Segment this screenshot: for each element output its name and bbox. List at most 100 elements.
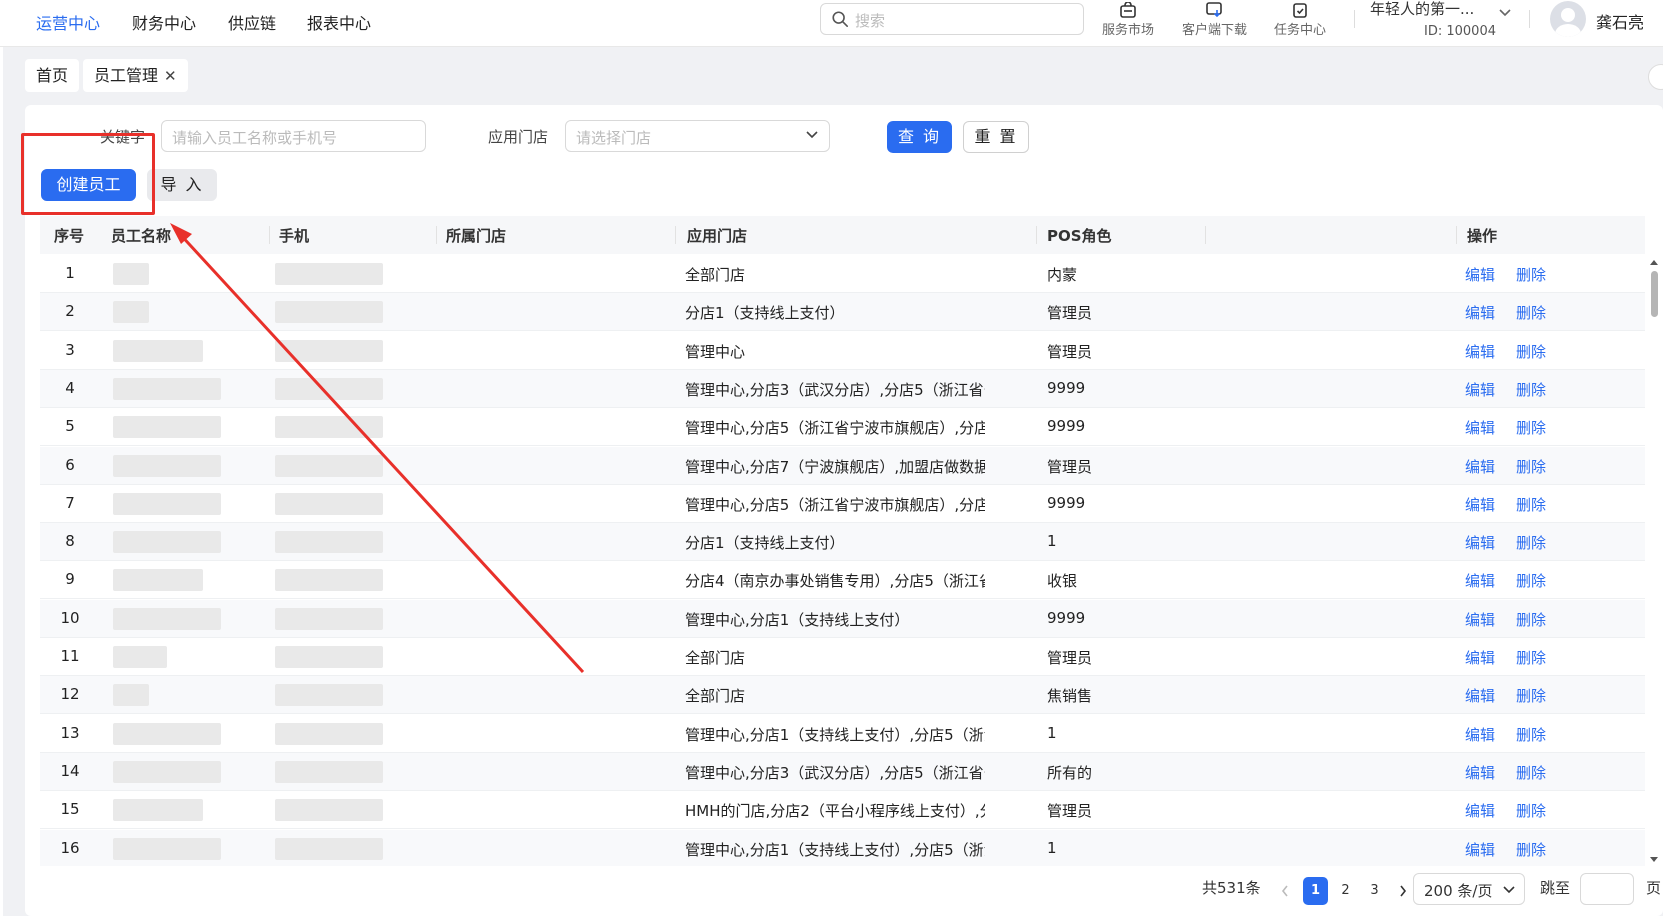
delete-link[interactable]: 删除 [1516,494,1546,515]
delete-link[interactable]: 删除 [1516,609,1546,630]
edit-link[interactable]: 编辑 [1465,264,1495,285]
edit-link[interactable]: 编辑 [1465,839,1495,860]
store-placeholder: 请选择门店 [576,129,652,147]
delete-link[interactable]: 删除 [1516,302,1546,323]
applied-store-cell: 全部门店 [685,649,746,667]
employee-name-redacted [113,646,167,668]
table-row: 3 管理中心 管理员 编辑 删除 [40,332,1645,370]
pos-role-cell: 1 [1047,838,1057,857]
edit-link[interactable]: 编辑 [1465,685,1495,706]
row-index: 12 [60,685,80,704]
delete-link[interactable]: 删除 [1516,762,1546,783]
chevron-down-icon [1499,9,1511,17]
delete-link[interactable]: 删除 [1516,724,1546,745]
table-row: 6 管理中心,分店7（宁波旗舰店）,加盟店做数据用 管理员 编辑 删除 [40,446,1645,485]
phone-redacted [275,760,383,783]
create-employee-button[interactable]: 创建员工 [41,169,136,201]
task-center-button[interactable]: 任务中心 [1268,0,1332,38]
delete-link[interactable]: 删除 [1516,647,1546,668]
delete-link[interactable]: 删除 [1516,379,1546,400]
col-actions: 操作 [1467,227,1498,245]
nav-operations-center[interactable]: 运营中心 [36,10,100,34]
tabs-collapse-button[interactable] [1648,64,1663,90]
jump-page-input[interactable] [1580,873,1634,905]
download-icon [1206,2,1222,18]
avatar[interactable] [1550,1,1586,37]
phone-redacted [275,684,383,707]
employee-name-redacted [113,416,221,439]
nav-supply-chain[interactable]: 供应链 [228,10,276,34]
keyword-input[interactable]: 请输入员工名称或手机号 [161,120,426,152]
edit-link[interactable]: 编辑 [1465,762,1495,783]
import-button[interactable]: 导 入 [147,169,217,201]
pos-role-cell: 9999 [1047,493,1086,512]
delete-link[interactable]: 删除 [1516,341,1546,362]
account-switcher[interactable]: 年轻人的第一... ID: 100004 [1370,0,1515,44]
service-market-button[interactable]: 服务市场 [1096,0,1160,38]
close-icon[interactable]: ✕ [164,67,177,85]
applied-store-cell: 全部门店 [685,687,746,706]
row-index: 3 [65,340,75,359]
store-label: 应用门店 [488,128,549,146]
reset-button[interactable]: 重 置 [963,121,1029,153]
delete-link[interactable]: 删除 [1516,417,1546,438]
scrollbar-thumb[interactable] [1651,271,1658,317]
edit-link[interactable]: 编辑 [1465,609,1495,630]
delete-link[interactable]: 删除 [1516,264,1546,285]
edit-link[interactable]: 编辑 [1465,647,1495,668]
scroll-down-icon[interactable] [1648,855,1660,865]
global-search[interactable]: 搜索 [820,3,1084,35]
pos-role-cell: 管理员 [1047,304,1093,323]
column-divider [1205,226,1206,244]
page-1[interactable]: 1 [1303,877,1328,905]
delete-link[interactable]: 删除 [1516,456,1546,477]
store-select[interactable]: 请选择门店 [565,120,830,152]
col-pos-role: POS角色 [1047,227,1112,245]
delete-link[interactable]: 删除 [1516,839,1546,860]
query-button[interactable]: 查 询 [887,121,952,153]
table-header: 序号 员工名称 手机 所属门店 应用门店 POS角色 操作 [40,216,1645,254]
delete-link[interactable]: 删除 [1516,685,1546,706]
page-3[interactable]: 3 [1362,877,1387,905]
edit-link[interactable]: 编辑 [1465,570,1495,591]
edit-link[interactable]: 编辑 [1465,456,1495,477]
tab-home[interactable]: 首页 [25,59,80,92]
page-size-select[interactable]: 200 条/页 [1413,873,1525,905]
pos-role-cell: 焦销售 [1047,687,1093,706]
pos-role-cell: 9999 [1047,417,1086,436]
chevron-right-icon[interactable] [1398,884,1408,898]
edit-link[interactable]: 编辑 [1465,494,1495,515]
edit-link[interactable]: 编辑 [1465,724,1495,745]
applied-store-cell: 分店1（支持线上支付） [685,534,845,553]
user-name[interactable]: 龚石亮 [1596,9,1644,33]
edit-link[interactable]: 编辑 [1465,379,1495,400]
edit-link[interactable]: 编辑 [1465,800,1495,821]
table-scrollbar[interactable] [1648,255,1660,866]
shop-bag-icon [1120,2,1136,18]
clipboard-check-icon [1293,3,1307,18]
applied-store-cell: HMH的门店,分店2（平台小程序线上支付）,分店1（支持线上支付） [685,802,985,821]
nav-finance-center[interactable]: 财务中心 [132,10,196,34]
nav-report-center[interactable]: 报表中心 [307,10,371,34]
employee-name-redacted [113,684,149,707]
phone-redacted [275,492,383,515]
row-index: 15 [60,800,80,819]
row-index: 5 [65,417,75,436]
edit-link[interactable]: 编辑 [1465,532,1495,553]
pos-role-cell: 管理员 [1047,649,1093,667]
tab-employee-management[interactable]: 员工管理 ✕ [83,59,188,92]
page-2[interactable]: 2 [1333,877,1358,905]
delete-link[interactable]: 删除 [1516,532,1546,553]
scroll-up-icon[interactable] [1648,257,1660,267]
edit-link[interactable]: 编辑 [1465,417,1495,438]
edit-link[interactable]: 编辑 [1465,341,1495,362]
delete-link[interactable]: 删除 [1516,570,1546,591]
edit-link[interactable]: 编辑 [1465,302,1495,323]
chevron-left-icon[interactable] [1280,884,1290,898]
client-download-button[interactable]: 客户端下载 [1182,0,1247,38]
delete-link[interactable]: 删除 [1516,800,1546,821]
table-row: 2 分店1（支持线上支付） 管理员 编辑 删除 [40,293,1645,332]
applied-store-cell: 全部门店 [685,266,746,284]
table-row: 8 分店1（支持线上支付） 1 编辑 删除 [40,523,1645,562]
row-index: 9 [65,570,75,589]
